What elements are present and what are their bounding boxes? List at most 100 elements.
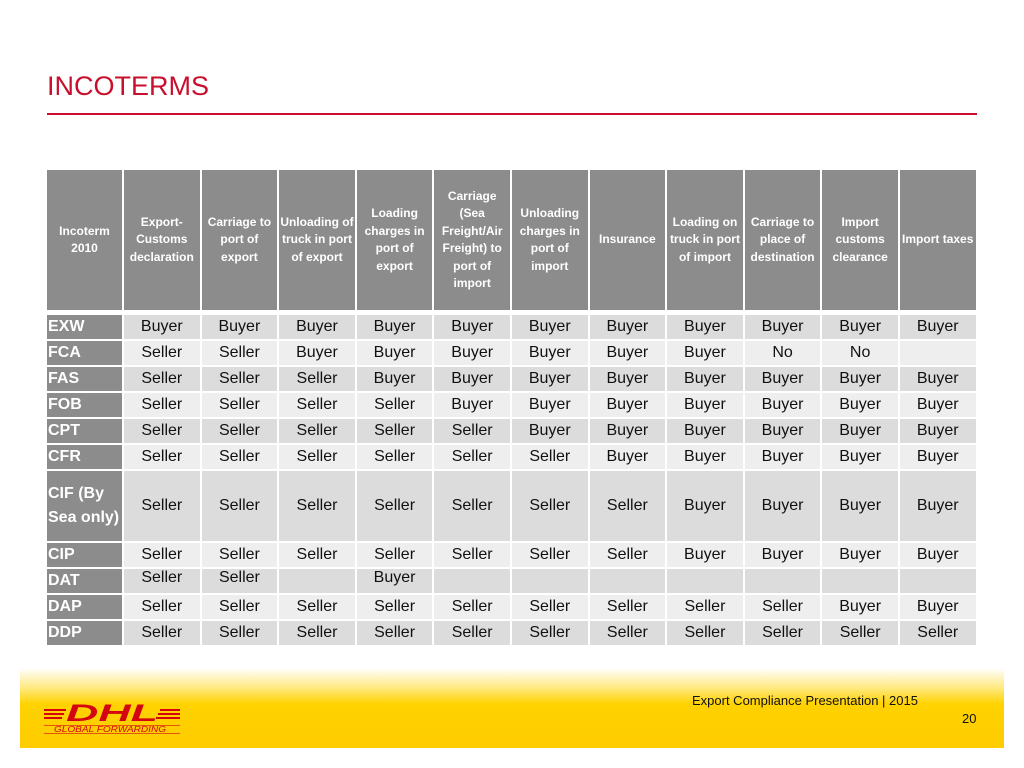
responsibility-cell: Seller <box>201 595 278 619</box>
table-row-dap: DAP Seller Seller Seller Seller Seller Seller S… <box>47 595 976 619</box>
responsibility-cell <box>667 569 743 593</box>
incoterm-label: DAP <box>47 595 122 619</box>
table-row-cip: CIP Seller Seller Seller Seller Seller Seller S… <box>47 543 976 567</box>
responsibility-cell: Buyer <box>356 569 433 593</box>
responsibility-cell: Buyer <box>822 393 898 417</box>
incoterm-label: CIP <box>47 543 122 567</box>
responsibility-cell: Seller <box>201 445 278 469</box>
responsibility-cell: Seller <box>744 595 821 619</box>
responsibility-cell <box>279 569 355 593</box>
header-row: Incoterm 2010 Export-Customs declaration C… <box>47 170 976 310</box>
responsibility-cell: Buyer <box>744 393 821 417</box>
responsibility-cell <box>899 569 976 593</box>
responsibility-cell: Buyer <box>822 315 898 339</box>
responsibility-cell: Seller <box>124 393 200 417</box>
responsibility-cell: Seller <box>667 595 743 619</box>
responsibility-cell: Buyer <box>822 419 898 443</box>
column-header: Insurance <box>589 170 666 310</box>
column-header: Carriage to port of export <box>201 170 278 310</box>
responsibility-cell: Seller <box>434 543 510 567</box>
logo-brand: DHL <box>66 700 158 727</box>
responsibility-cell: Buyer <box>434 393 510 417</box>
responsibility-cell: Buyer <box>899 471 976 541</box>
responsibility-cell: Seller <box>124 569 200 593</box>
responsibility-cell: Seller <box>356 595 433 619</box>
responsibility-cell: Buyer <box>589 419 666 443</box>
responsibility-cell: Seller <box>279 621 355 645</box>
responsibility-cell: Seller <box>201 419 278 443</box>
responsibility-cell: Seller <box>434 471 510 541</box>
slide-title: INCOTERMS <box>47 71 209 101</box>
responsibility-cell: Buyer <box>124 315 200 339</box>
incoterm-label: EXW <box>47 315 122 339</box>
responsibility-cell: Seller <box>124 471 200 541</box>
incoterm-label: FOB <box>47 393 122 417</box>
page-number: 20 <box>962 711 977 726</box>
responsibility-cell: Buyer <box>589 315 666 339</box>
incoterm-label: CIF (By Sea only) <box>47 471 122 541</box>
table-row-cpt: CPT Seller Seller Seller Seller Seller Buyer Bu… <box>47 419 976 443</box>
table-row-fas: FAS Seller Seller Seller Buyer Buyer Buyer Buye… <box>47 367 976 391</box>
column-header: Carriage (Sea Freight/Air Freight) to po… <box>434 170 510 310</box>
responsibility-cell: Buyer <box>279 341 355 365</box>
responsibility-cell <box>899 341 976 365</box>
responsibility-cell: Seller <box>279 471 355 541</box>
responsibility-cell: Buyer <box>511 419 588 443</box>
responsibility-cell: Seller <box>434 445 510 469</box>
responsibility-cell: Buyer <box>434 341 510 365</box>
responsibility-cell: Buyer <box>822 471 898 541</box>
incoterm-label: CFR <box>47 445 122 469</box>
responsibility-cell: Seller <box>124 543 200 567</box>
responsibility-cell: Buyer <box>356 367 433 391</box>
column-header: Carriage to place of destination <box>744 170 821 310</box>
incoterm-label: CPT <box>47 419 122 443</box>
responsibility-cell: Seller <box>201 621 278 645</box>
responsibility-cell: Seller <box>356 445 433 469</box>
responsibility-cell: Seller <box>511 445 588 469</box>
column-header: Incoterm 2010 <box>47 170 122 310</box>
title-divider <box>47 113 977 115</box>
responsibility-cell: Buyer <box>511 341 588 365</box>
responsibility-cell: Buyer <box>899 393 976 417</box>
column-header: Import customs clearance <box>822 170 898 310</box>
responsibility-cell: Buyer <box>744 543 821 567</box>
responsibility-cell: Buyer <box>744 419 821 443</box>
responsibility-cell: Seller <box>279 445 355 469</box>
incoterm-label: FAS <box>47 367 122 391</box>
responsibility-cell: Buyer <box>667 341 743 365</box>
responsibility-cell: Seller <box>124 419 200 443</box>
responsibility-cell: Buyer <box>201 315 278 339</box>
responsibility-cell: Buyer <box>822 595 898 619</box>
responsibility-cell: Seller <box>434 419 510 443</box>
column-header: Unloading of truck in port of export <box>279 170 355 310</box>
table-row-fob: FOB Seller Seller Seller Seller Buyer Buyer Buy… <box>47 393 976 417</box>
responsibility-cell: Seller <box>822 621 898 645</box>
responsibility-cell: Buyer <box>899 445 976 469</box>
column-header: Import taxes <box>899 170 976 310</box>
incoterms-table: Incoterm 2010 Export-Customs declaration C… <box>45 168 978 647</box>
table-row-cfr: CFR Seller Seller Seller Seller Seller Seller B… <box>47 445 976 469</box>
logo-subtitle: GLOBAL FORWARDING <box>54 725 166 734</box>
responsibility-cell: Buyer <box>744 315 821 339</box>
responsibility-cell: Seller <box>124 341 200 365</box>
footer-text: Export Compliance Presentation | 2015 <box>692 693 918 708</box>
responsibility-cell: Buyer <box>511 367 588 391</box>
column-header: Unloading charges in port of import <box>511 170 588 310</box>
responsibility-cell: Buyer <box>667 543 743 567</box>
responsibility-cell: Buyer <box>434 367 510 391</box>
responsibility-cell: Buyer <box>279 315 355 339</box>
responsibility-cell: Seller <box>356 419 433 443</box>
responsibility-cell: Buyer <box>822 445 898 469</box>
table-row-exw: EXW Buyer Buyer Buyer Buyer Buyer Buyer Buyer Bu… <box>47 315 976 339</box>
responsibility-cell: Seller <box>356 543 433 567</box>
responsibility-cell: Seller <box>201 471 278 541</box>
responsibility-cell: Buyer <box>667 393 743 417</box>
dhl-global-forwarding-logo: DHL GLOBAL FORWARDING <box>44 700 180 734</box>
responsibility-cell: Buyer <box>667 315 743 339</box>
responsibility-cell: Buyer <box>744 367 821 391</box>
responsibility-cell: Seller <box>201 367 278 391</box>
incoterm-label: DAT <box>47 569 122 593</box>
responsibility-cell: Buyer <box>589 367 666 391</box>
responsibility-cell: Buyer <box>899 543 976 567</box>
responsibility-cell: Seller <box>589 595 666 619</box>
